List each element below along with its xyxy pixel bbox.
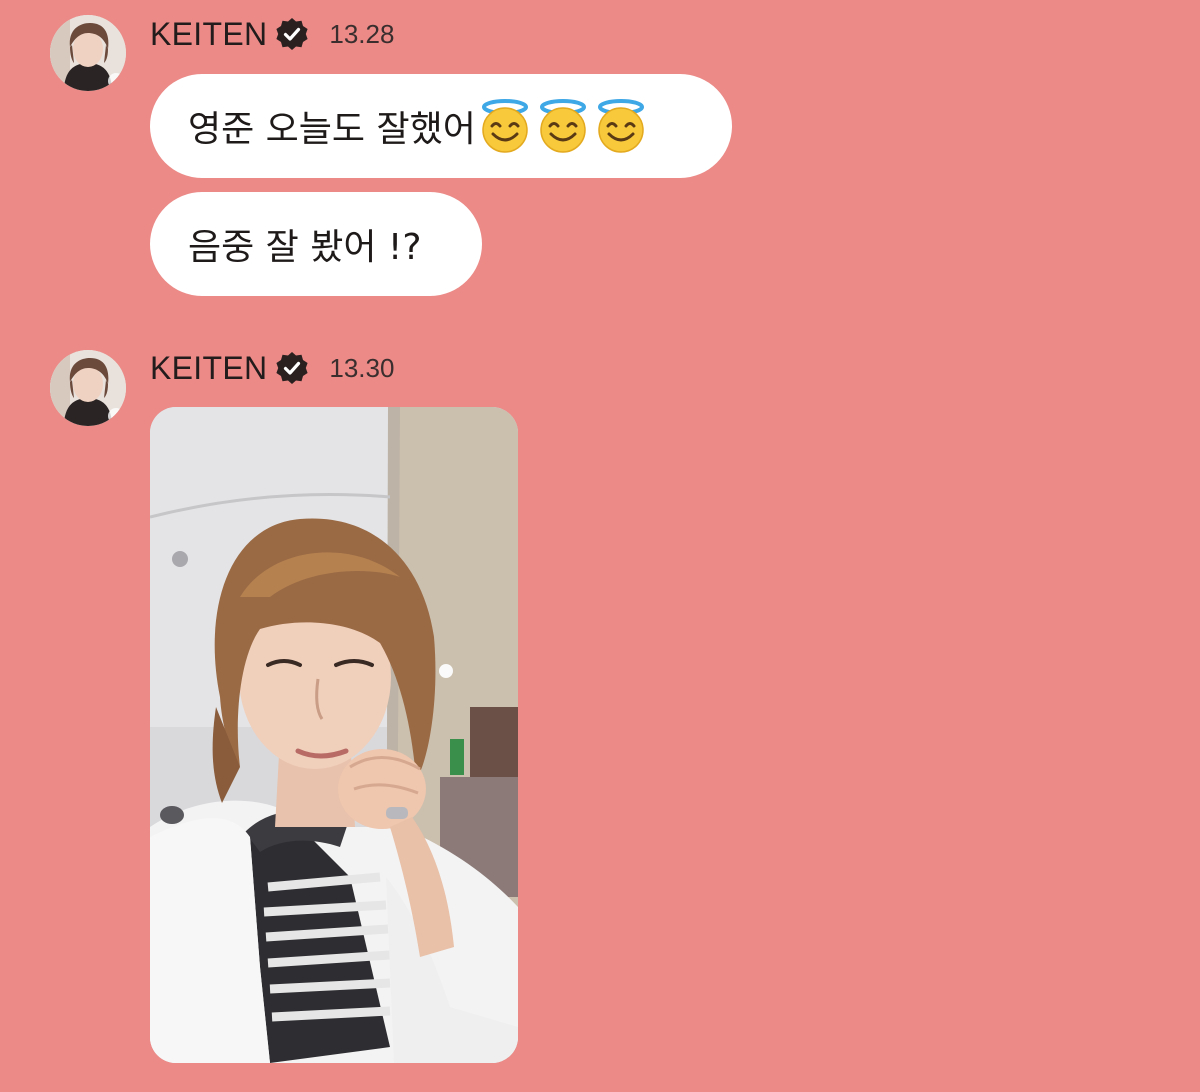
message-header: KEITEN 13.30 bbox=[150, 346, 394, 390]
verified-badge-icon bbox=[275, 351, 309, 385]
sender-name[interactable]: KEITEN bbox=[150, 350, 267, 387]
message-timestamp: 13.28 bbox=[329, 18, 395, 49]
chat-bubble[interactable]: 영준 오늘도 잘했어 bbox=[150, 74, 732, 178]
sender-avatar[interactable] bbox=[50, 350, 126, 426]
smiling-face-with-halo-icon bbox=[481, 99, 528, 153]
chat-bubble[interactable]: 음중 잘 봤어 !? bbox=[150, 192, 482, 296]
smiling-face-with-halo-icon bbox=[597, 99, 644, 153]
selfie-photo bbox=[150, 407, 518, 1063]
photo-attachment[interactable] bbox=[150, 407, 518, 1063]
message-timestamp: 13.30 bbox=[329, 352, 395, 383]
message-header: KEITEN 13.28 bbox=[150, 12, 394, 56]
message-text: 영준 오늘도 잘했어 bbox=[188, 109, 476, 150]
sender-avatar[interactable] bbox=[50, 15, 126, 91]
sender-name[interactable]: KEITEN bbox=[150, 16, 267, 53]
message-text: 음중 잘 봤어 !? bbox=[188, 227, 422, 268]
smiling-face-with-halo-icon bbox=[539, 99, 586, 153]
emoji-group bbox=[478, 98, 648, 154]
verified-badge-icon bbox=[275, 17, 309, 51]
